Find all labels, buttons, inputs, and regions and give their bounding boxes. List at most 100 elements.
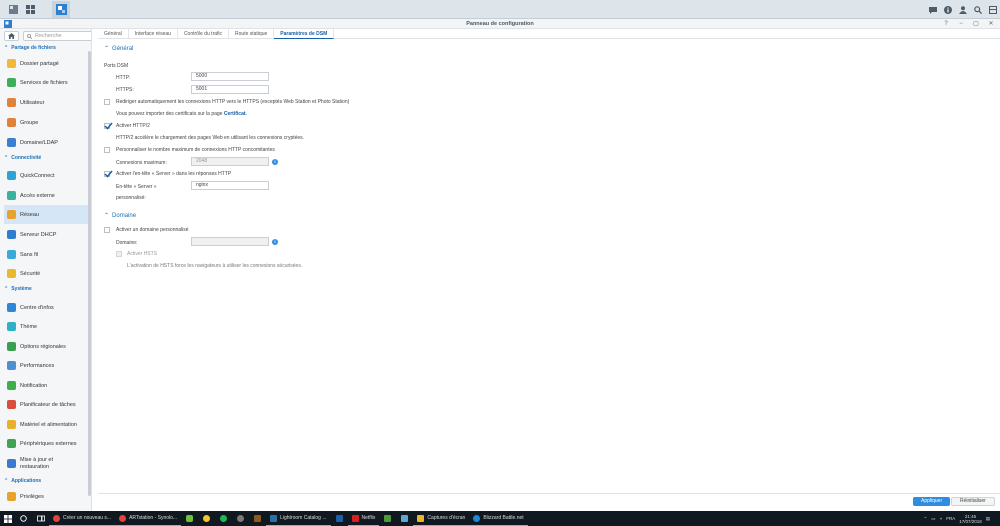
- http-port-input[interactable]: 5000: [191, 72, 269, 81]
- sidebar-item-domaine-ldap[interactable]: Domaine/LDAP: [4, 133, 88, 152]
- max-connections-input[interactable]: 2048: [191, 157, 269, 166]
- reset-button[interactable]: Réinitialiser: [951, 497, 995, 506]
- chevron-up-icon: ⌃: [104, 213, 110, 219]
- taskbar-icon-app-2[interactable]: [198, 511, 215, 526]
- keyboard-language[interactable]: FRA: [946, 516, 955, 521]
- sidebar-item-dossier-partage[interactable]: Dossier partagé: [4, 54, 88, 73]
- user-button[interactable]: [955, 1, 970, 18]
- section-applications[interactable]: ⌃ Applications: [0, 477, 90, 485]
- sidebar-item-options-regionales[interactable]: Options régionales: [4, 337, 88, 356]
- hsts-checkbox[interactable]: [116, 251, 122, 257]
- start-button[interactable]: [0, 511, 15, 526]
- sidebar-item-peripheriques[interactable]: Périphériques externes: [4, 434, 88, 453]
- domain-section-header[interactable]: ⌃ Domaine: [104, 212, 136, 220]
- sidebar-item-centre-infos[interactable]: Centre d'infos: [4, 298, 88, 317]
- sidebar-item-reseau[interactable]: Réseau: [4, 205, 88, 224]
- certificate-link[interactable]: Certificat.: [224, 111, 247, 117]
- sidebar-item-groupe[interactable]: Groupe: [4, 113, 88, 132]
- sidebar-scrollbar[interactable]: [88, 51, 91, 496]
- widgets-icon: [988, 5, 997, 14]
- tab-parametres-dsm[interactable]: Paramètres de DSM: [274, 29, 335, 39]
- show-desktop-button[interactable]: [4, 1, 22, 18]
- max-connections-help-icon[interactable]: i: [272, 159, 278, 165]
- http2-checkbox[interactable]: [104, 122, 113, 130]
- tab-controle-trafic[interactable]: Contrôle du trafic: [178, 29, 230, 39]
- tab-general[interactable]: Général: [98, 29, 129, 39]
- minimize-icon[interactable]: −: [958, 20, 964, 28]
- task-view-button[interactable]: [32, 511, 49, 526]
- custom-domain-checkbox[interactable]: [104, 227, 110, 233]
- taskbar-icon-app-3[interactable]: [232, 511, 249, 526]
- usb-icon: [7, 439, 16, 448]
- widgets-button[interactable]: [985, 1, 1000, 18]
- sidebar-item-privileges[interactable]: Privilèges: [4, 487, 88, 506]
- sidebar-item-acces-externe[interactable]: Accès externe: [4, 186, 88, 205]
- sidebar-item-utilisateur[interactable]: Utilisateur: [4, 93, 88, 112]
- redirect-https-checkbox[interactable]: [104, 99, 110, 105]
- sidebar-item-services-fichiers[interactable]: Services de fichiers: [4, 73, 88, 92]
- main-menu-button[interactable]: [21, 1, 39, 18]
- sidebar-item-materiel[interactable]: Matériel et alimentation: [4, 415, 88, 434]
- taskbar-app-chrome-1[interactable]: Créer un nouveau s...: [49, 511, 116, 526]
- sidebar-search-input[interactable]: Recherche: [23, 31, 91, 41]
- close-icon[interactable]: ✕: [988, 20, 994, 28]
- taskbar-app-explorer[interactable]: Captures d'écran: [413, 511, 470, 526]
- taskbar-icon-spotify[interactable]: [215, 511, 232, 526]
- network-tray-icon[interactable]: ▭: [931, 516, 935, 522]
- task-view-icon: [36, 515, 45, 522]
- sidebar-item-sans-fil[interactable]: Sans fil: [4, 245, 88, 264]
- window-title-bar[interactable]: Panneau de configuration ? − ▢ ✕: [0, 19, 1000, 29]
- taskbar-icon-bridge[interactable]: [249, 511, 266, 526]
- domain-input[interactable]: [191, 237, 269, 246]
- search-icon: [973, 5, 982, 14]
- volume-icon[interactable]: ◖: [939, 516, 942, 521]
- taskbar-icon-app-4[interactable]: [379, 511, 396, 526]
- checkmark-icon: [104, 122, 113, 130]
- sidebar-item-mise-a-jour[interactable]: Mise à jour et restauration: [4, 454, 88, 473]
- cortana-button[interactable]: [15, 511, 32, 526]
- window-title: Panneau de configuration: [466, 20, 534, 27]
- help-icon[interactable]: ?: [943, 20, 949, 28]
- privileges-icon: [7, 492, 16, 501]
- server-header-field-label: En-tête « Server »: [116, 184, 157, 190]
- sidebar-item-serveur-dhcp[interactable]: Serveur DHCP: [4, 225, 88, 244]
- section-connectivite[interactable]: ⌃ Connectivité: [0, 154, 90, 162]
- sidebar-item-notification[interactable]: Notification: [4, 376, 88, 395]
- taskbar-app-chrome-2[interactable]: ARTstation - Synolo...: [115, 511, 182, 526]
- taskbar-icon-photoshop[interactable]: [331, 511, 348, 526]
- tray-chevron-icon[interactable]: ⌃: [923, 516, 927, 522]
- custom-domain-label: Activer un domaine personnalisé: [116, 227, 189, 233]
- home-button[interactable]: [4, 31, 19, 41]
- server-header-label: Activer l'en-tête « Server » dans les ré…: [116, 171, 232, 177]
- taskbar-icon-app-1[interactable]: [181, 511, 198, 526]
- taskbar-app-battlenet[interactable]: Blizzard Battle.net: [469, 511, 528, 526]
- sidebar-item-securite[interactable]: Sécurité: [4, 264, 88, 283]
- sidebar-item-performances[interactable]: Performances: [4, 356, 88, 375]
- section-partage[interactable]: ⌃ Partage de fichiers: [0, 44, 90, 52]
- sidebar-item-planificateur[interactable]: Planificateur de tâches: [4, 395, 88, 414]
- sidebar-item-quickconnect[interactable]: QuickConnect: [4, 166, 88, 185]
- search-button[interactable]: [970, 1, 985, 18]
- clock[interactable]: 21:45 17/07/2018: [959, 514, 982, 524]
- taskbar-icon-app-5[interactable]: [396, 511, 413, 526]
- tab-interface-reseau[interactable]: Interface réseau: [129, 29, 178, 39]
- taskbar-app-lightroom[interactable]: Lightroom Catalog ...: [266, 511, 331, 526]
- tab-route-statique[interactable]: Route statique: [229, 29, 275, 39]
- notifications-button[interactable]: [940, 1, 955, 18]
- domain-help-icon[interactable]: i: [272, 239, 278, 245]
- general-section-header[interactable]: ⌃ Général: [104, 45, 133, 53]
- maximize-icon[interactable]: ▢: [973, 20, 979, 28]
- ports-label: Ports DSM: [104, 63, 129, 69]
- action-center-icon[interactable]: ▤: [986, 516, 990, 522]
- sidebar-item-theme[interactable]: Thème: [4, 317, 88, 336]
- section-systeme[interactable]: ⌃ Système: [0, 285, 90, 293]
- taskbar-app-netflix[interactable]: Netflix: [347, 511, 380, 526]
- max-connections-checkbox[interactable]: [104, 147, 110, 153]
- https-port-input[interactable]: 5001: [191, 85, 269, 94]
- apply-button[interactable]: Appliquer: [913, 497, 951, 506]
- control-panel-taskbar-button[interactable]: [52, 1, 70, 18]
- server-header-checkbox[interactable]: [104, 170, 113, 178]
- messages-button[interactable]: [925, 1, 940, 18]
- server-header-input[interactable]: nginx: [191, 181, 269, 190]
- http2-description: HTTP/2 accélère le chargement des pages …: [116, 135, 305, 141]
